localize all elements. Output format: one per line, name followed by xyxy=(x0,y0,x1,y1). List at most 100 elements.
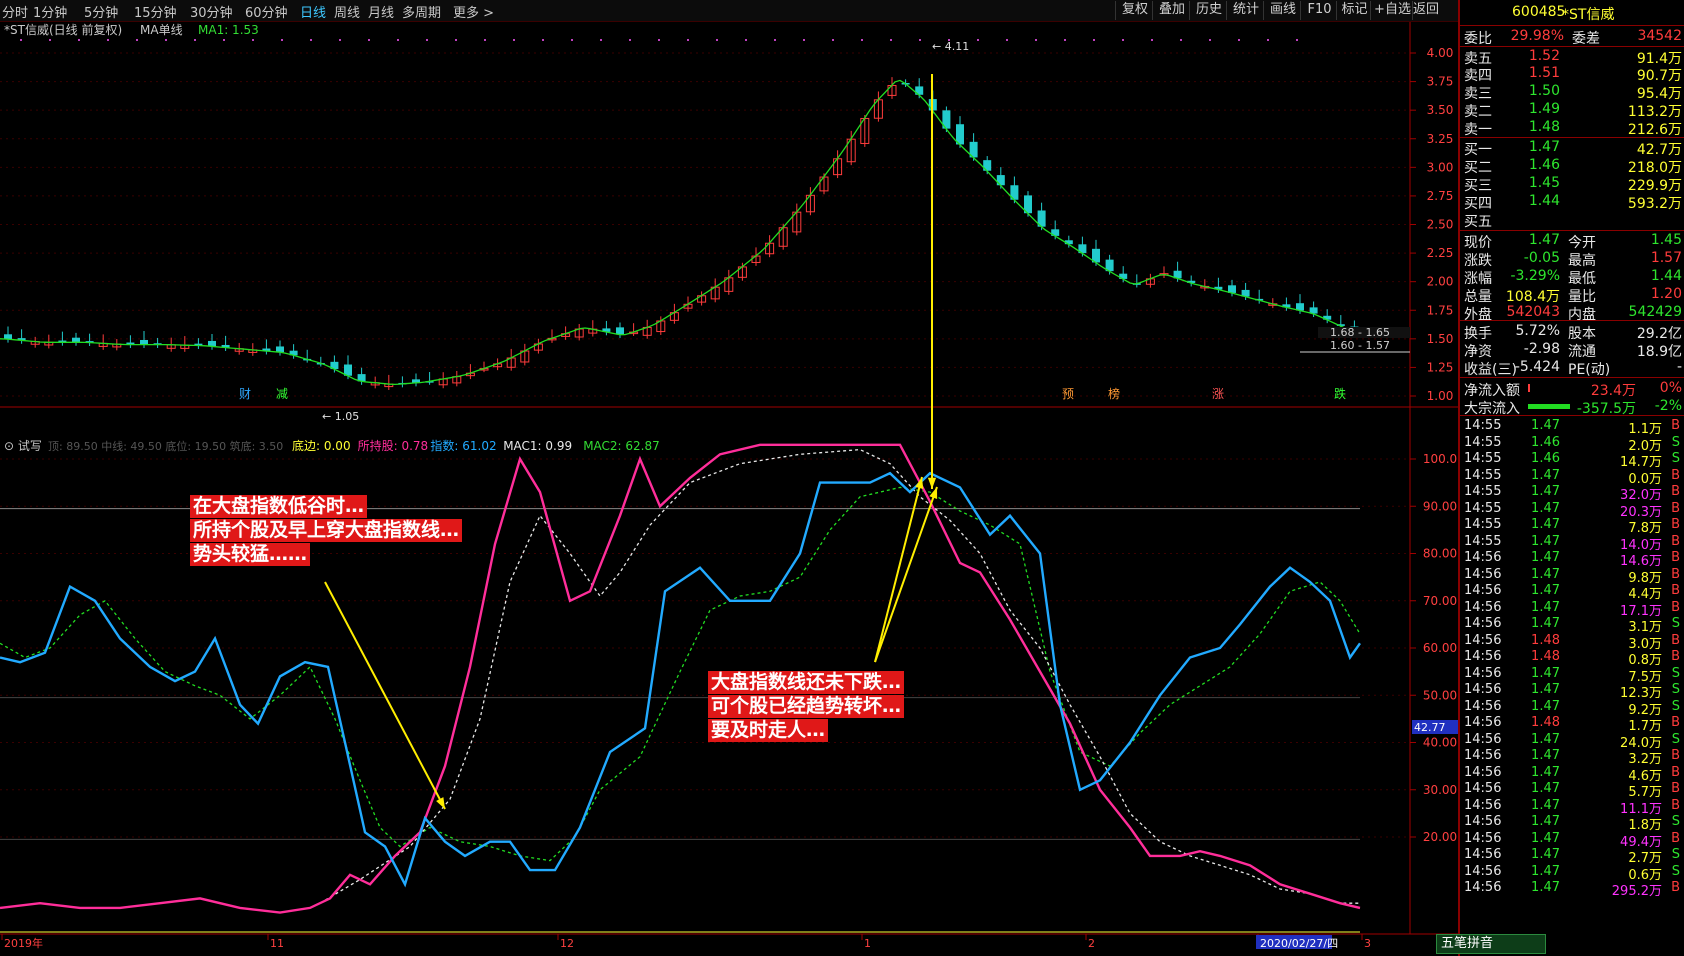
buy-volume: 42.7万 xyxy=(1636,142,1682,158)
toolbar-button-2[interactable]: 历史 xyxy=(1189,1,1228,20)
price-label-1: 1.68 - 1.65 xyxy=(1330,326,1390,339)
x-axis-label-4: 2 xyxy=(1088,937,1095,950)
stat-value-2: 1.45 xyxy=(1650,232,1682,248)
flow-bar xyxy=(1528,384,1530,392)
sell-level-3: 卖二 1.49 113.2万 xyxy=(1462,101,1684,120)
main-y-label: 3.00 xyxy=(1427,160,1454,174)
tick-side: S xyxy=(1671,682,1680,697)
tab-8[interactable]: 月线 xyxy=(368,2,394,21)
quote-separator xyxy=(1460,320,1684,321)
tick-side: S xyxy=(1671,814,1680,829)
flow-value: 23.4万 xyxy=(1590,383,1636,399)
weicha-value: 34542 xyxy=(1637,28,1682,44)
ime-indicator[interactable]: 五笔拼音 xyxy=(1436,934,1546,954)
tick-time: 14:56 xyxy=(1464,665,1502,681)
weibi-value: 29.98% xyxy=(1510,28,1564,44)
stat-value-2: 1.44 xyxy=(1650,268,1682,284)
event-dot xyxy=(165,39,167,41)
tick-price: 1.46 xyxy=(1531,434,1560,450)
event-dot xyxy=(600,39,602,41)
event-dot xyxy=(455,39,457,41)
toolbar-button-7[interactable]: +自选 xyxy=(1370,1,1414,20)
tick-price: 1.47 xyxy=(1531,566,1560,582)
sell-price: 1.51 xyxy=(1528,65,1560,81)
event-dot xyxy=(1209,39,1211,41)
sub-y-label: 70.00 xyxy=(1423,594,1457,608)
stat-value: 5.72% xyxy=(1515,323,1560,339)
tick-time: 14:56 xyxy=(1464,781,1502,796)
event-dot xyxy=(861,39,863,41)
event-marker-2: 预 xyxy=(1062,387,1074,401)
event-dot xyxy=(977,39,979,41)
x-axis-label-6: 3 xyxy=(1364,937,1371,950)
flow-label: 净流入额 xyxy=(1464,383,1520,399)
main-chart-title: *ST信威(日线 前复权) xyxy=(4,22,122,37)
toolbar-button-0[interactable]: 复权 xyxy=(1115,1,1154,20)
annotation-right-2: 可个股已经趋势转坏… xyxy=(708,695,905,718)
tab-2[interactable]: 5分钟 xyxy=(84,2,118,21)
tick-time: 14:56 xyxy=(1464,599,1502,615)
tick-time: 14:56 xyxy=(1464,583,1502,598)
sub-y-label: 80.00 xyxy=(1423,547,1457,561)
stat-label: 涨跌 xyxy=(1464,253,1492,269)
tick-price: 1.47 xyxy=(1531,533,1560,549)
toolbar-button-3[interactable]: 统计 xyxy=(1226,1,1265,20)
sell-price: 1.48 xyxy=(1528,119,1560,135)
tab-0[interactable]: 分时 xyxy=(2,2,28,21)
sell-label: 卖三 xyxy=(1464,86,1492,102)
tab-1[interactable]: 1分钟 xyxy=(33,2,67,21)
tick-row: 14:56 1.47 5.7万 B xyxy=(1462,781,1684,800)
sell-price: 1.50 xyxy=(1528,83,1560,99)
tick-price: 1.47 xyxy=(1531,467,1560,483)
x-axis-label-5: 2020/02/27/四 xyxy=(1260,937,1338,950)
main-y-label: 1.25 xyxy=(1427,360,1454,374)
buy-price: 1.47 xyxy=(1528,139,1560,155)
toolbar-button-8[interactable]: 返回 xyxy=(1412,1,1439,20)
toolbar-button-4[interactable]: 画线 xyxy=(1263,1,1302,20)
main-y-label: 1.75 xyxy=(1427,303,1454,317)
tick-row: 14:56 1.47 2.7万 S xyxy=(1462,847,1684,866)
toolbar-button-5[interactable]: F10 xyxy=(1300,1,1338,20)
tick-time: 14:55 xyxy=(1464,434,1502,450)
kline-chart[interactable]: 4.00 3.75 3.50 3.25 3.00 2.75 2.50 2.25 2.00 1.75… xyxy=(0,22,1458,956)
tick-row: 14:56 1.48 3.0万 B xyxy=(1462,633,1684,652)
tick-side: B xyxy=(1671,748,1680,763)
tab-9[interactable]: 多周期 xyxy=(402,2,441,21)
candle-body xyxy=(72,337,80,343)
stat-label: 总量 xyxy=(1464,289,1492,305)
tick-side: S xyxy=(1671,451,1680,466)
tick-side: B xyxy=(1671,467,1680,483)
toolbar-button-1[interactable]: 叠加 xyxy=(1152,1,1191,20)
flow-row-1: 大宗流入 -357.5万 -2% xyxy=(1462,398,1684,417)
event-dot xyxy=(1267,39,1269,41)
flow-bar xyxy=(1528,404,1570,409)
tab-5[interactable]: 60分钟 xyxy=(245,2,288,21)
legend-item-4: MAC2: 62.87 xyxy=(583,439,660,453)
stat-label-2: 内盘 xyxy=(1568,307,1596,323)
tick-time: 14:56 xyxy=(1464,698,1502,714)
stat-value: 542043 xyxy=(1506,304,1560,320)
stat-row-3: 总量 108.4万 量比 1.20 xyxy=(1462,286,1684,305)
tab-10[interactable]: 更多 > xyxy=(453,2,494,21)
tick-time: 14:56 xyxy=(1464,814,1502,829)
tick-row: 14:56 1.47 12.3万 S xyxy=(1462,682,1684,701)
stat-value: -0.05 xyxy=(1523,250,1560,266)
event-dot xyxy=(745,39,747,41)
tick-time: 14:56 xyxy=(1464,682,1502,697)
tab-4[interactable]: 30分钟 xyxy=(190,2,233,21)
event-dot xyxy=(1093,39,1095,41)
tab-6[interactable]: 日线 xyxy=(300,2,326,21)
tick-row: 14:56 1.47 11.1万 B xyxy=(1462,798,1684,817)
stat-value: 108.4万 xyxy=(1505,289,1560,305)
toolbar-button-6[interactable]: 标记 xyxy=(1336,1,1372,20)
stat-label: 换手 xyxy=(1464,326,1492,342)
stat-value-2: 29.2亿 xyxy=(1636,326,1682,342)
tab-3[interactable]: 15分钟 xyxy=(134,2,177,21)
sell-price: 1.52 xyxy=(1528,48,1560,64)
tab-7[interactable]: 周线 xyxy=(334,2,360,21)
stat-label: 净资 xyxy=(1464,344,1492,360)
arrow-right-1 xyxy=(874,476,923,663)
tick-row: 14:55 1.47 1.1万 B xyxy=(1462,418,1684,437)
high-marker: ← 4.11 xyxy=(932,40,969,53)
tick-side: S xyxy=(1671,847,1680,862)
